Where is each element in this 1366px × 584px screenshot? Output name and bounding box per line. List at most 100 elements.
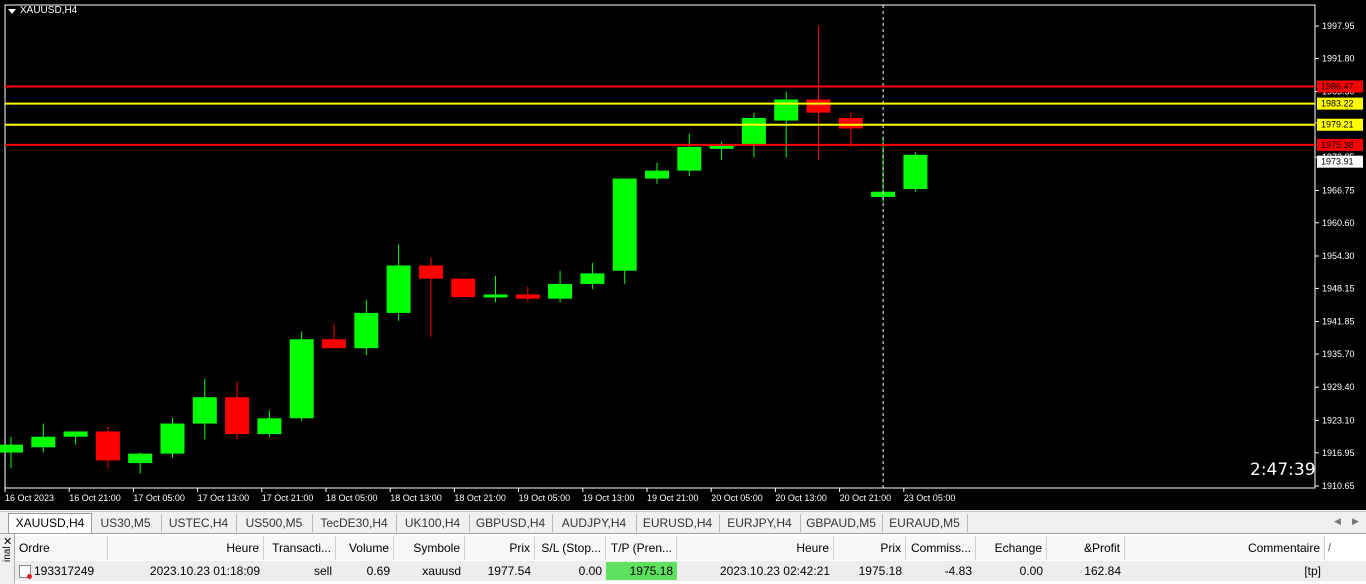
tab-scroll-left-icon[interactable]: ◀: [1334, 516, 1341, 527]
candle-countdown-timer: 2:47:39: [1250, 460, 1316, 480]
chart-area[interactable]: 1997.951991.801985.501979.551973.051966.…: [0, 0, 1366, 510]
column-header-type[interactable]: Transacti...: [264, 536, 336, 560]
x-tick-label: 16 Oct 21:00: [69, 493, 121, 503]
x-tick-label: 19 Oct 13:00: [583, 493, 635, 503]
x-tick-label: 19 Oct 05:00: [519, 493, 571, 503]
candle-body: [354, 312, 379, 349]
cell-price: 1977.54: [487, 564, 531, 578]
x-tick-label: 16 Oct 2023: [5, 493, 54, 503]
x-tick-label: 18 Oct 21:00: [454, 493, 506, 503]
candle-body: [322, 339, 346, 349]
cell-swap: 0.00: [1019, 564, 1043, 578]
x-tick-label: 19 Oct 21:00: [647, 493, 699, 503]
cell-sl: 0.00: [578, 564, 602, 578]
candle-body: [515, 294, 540, 299]
column-header-close-time[interactable]: Heure: [677, 536, 834, 560]
x-tick-label: 17 Oct 21:00: [262, 493, 314, 503]
column-header-time[interactable]: Heure: [108, 536, 264, 560]
dropdown-triangle-icon[interactable]: [8, 8, 16, 14]
candle-body: [548, 283, 573, 299]
y-tick-label: 1997.95: [1322, 21, 1355, 31]
tab-gbpaud-m5[interactable]: GBPAUD,M5: [800, 514, 883, 532]
candle-body: [677, 146, 702, 171]
tab-gbpusd-h4[interactable]: GBPUSD,H4: [469, 514, 553, 532]
candle-body: [0, 444, 23, 453]
cell-comment: [tp]: [1304, 564, 1321, 578]
candle-body: [741, 117, 766, 145]
column-header-profit[interactable]: &Profit: [1047, 536, 1125, 560]
price-chart[interactable]: 1997.951991.801985.501979.551973.051966.…: [0, 0, 1366, 510]
y-tick-label: 1954.30: [1322, 251, 1355, 261]
order-id: 193317249: [34, 564, 95, 578]
column-header-sl[interactable]: S/L (Stop...: [535, 536, 606, 560]
column-header-commission[interactable]: Commiss...: [906, 536, 976, 560]
bid-price-label: 1973.91: [1321, 157, 1354, 167]
candle-body: [709, 145, 734, 149]
candle-body: [31, 436, 56, 448]
column-header-tp[interactable]: T/P (Pren...: [606, 536, 677, 560]
tab-tecde30-h4[interactable]: TecDE30,H4: [312, 514, 397, 532]
y-tick-label: 1923.10: [1322, 415, 1355, 425]
x-tick-label: 20 Oct 05:00: [711, 493, 763, 503]
cell-close-time: 2023.10.23 02:42:21: [719, 564, 830, 578]
column-header-order[interactable]: Ordre: [15, 536, 108, 560]
tab-euraud-m5[interactable]: EURAUD,M5: [882, 514, 968, 532]
y-tick-label: 1935.70: [1322, 349, 1355, 359]
chart-tabs-bar: XAUUSD,H4 US30,M5 USTEC,H4 US500,M5 TecDE30,…: [0, 511, 1366, 534]
price-level-label: 1975.38: [1321, 140, 1354, 150]
cell-time: 2023.10.23 01:18:09: [149, 564, 260, 578]
candle-body: [95, 431, 120, 461]
column-header-symbol[interactable]: Symbole: [394, 536, 465, 560]
cell-type: sell: [313, 564, 332, 578]
x-tick-label: 18 Oct 05:00: [326, 493, 378, 503]
terminal-panel: ✕ inal Ordre Heure Transacti... Volume Symbo…: [0, 533, 1366, 584]
candle-body: [160, 423, 185, 454]
column-header-swap[interactable]: Echange: [976, 536, 1047, 560]
candle-body: [483, 294, 508, 298]
x-tick-label: 17 Oct 05:00: [133, 493, 185, 503]
candle-body: [580, 273, 605, 284]
tab-scroll-right-icon[interactable]: ▶: [1352, 516, 1359, 527]
y-tick-label: 1941.85: [1322, 317, 1355, 327]
tab-eurjpy-h4[interactable]: EURJPY,H4: [719, 514, 801, 532]
order-status-icon: [19, 565, 32, 580]
candle-body: [225, 397, 250, 435]
candle-body: [257, 418, 282, 435]
tab-us30-m5[interactable]: US30,M5: [90, 514, 162, 532]
y-tick-label: 1929.40: [1322, 382, 1355, 392]
candle-body: [192, 397, 217, 424]
candle-body: [418, 265, 443, 279]
column-header-volume[interactable]: Volume: [336, 536, 394, 560]
tab-ustec-h4[interactable]: USTEC,H4: [161, 514, 237, 532]
cell-commission: -4.83: [944, 564, 972, 578]
y-tick-label: 1966.75: [1322, 185, 1355, 195]
terminal-side-label: inal: [2, 546, 13, 562]
symbol-text: XAUUSD,H4: [20, 5, 78, 16]
candle-body: [128, 453, 153, 464]
price-level-label: 1986.47: [1321, 81, 1354, 91]
tab-us500-m5[interactable]: US500,M5: [236, 514, 313, 532]
cell-order: 193317249: [15, 562, 108, 580]
candle-body: [612, 178, 637, 271]
column-header-price[interactable]: Prix: [465, 536, 535, 560]
x-tick-label: 20 Oct 13:00: [775, 493, 827, 503]
candle-body: [806, 99, 831, 113]
column-header-close-price[interactable]: Prix: [834, 536, 906, 560]
cell-tp: 1975.18: [606, 562, 677, 580]
tab-eurusd-h4[interactable]: EURUSD,H4: [636, 514, 720, 532]
x-tick-label: 18 Oct 13:00: [390, 493, 442, 503]
x-tick-label: 17 Oct 13:00: [198, 493, 250, 503]
y-tick-label: 1916.95: [1322, 448, 1355, 458]
column-header-comment[interactable]: Commentaire: [1125, 536, 1325, 560]
price-level-label: 1979.21: [1321, 120, 1354, 130]
y-tick-label: 1991.80: [1322, 53, 1355, 63]
sort-indicator-icon: /: [1328, 542, 1332, 554]
tab-uk100-h4[interactable]: UK100,H4: [396, 514, 470, 532]
candle-body: [903, 154, 928, 190]
tab-audjpy-h4[interactable]: AUDJPY,H4: [552, 514, 637, 532]
candle-body: [451, 278, 476, 298]
tab-xauusd-h4[interactable]: XAUUSD,H4: [8, 513, 92, 534]
cell-profit: 162.84: [1084, 564, 1121, 578]
x-tick-label: 20 Oct 21:00: [840, 493, 892, 503]
cell-symbol: xauusd: [422, 564, 461, 578]
